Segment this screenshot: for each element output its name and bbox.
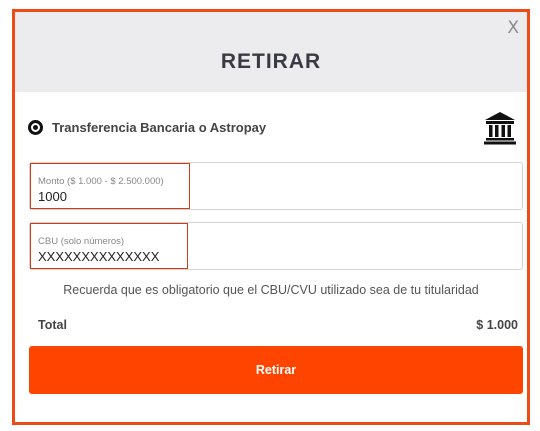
payment-method-label: Transferencia Bancaria o Astropay — [52, 120, 267, 135]
withdraw-modal: X RETIRAR Transferencia Bancaria o Astro… — [12, 9, 530, 425]
amount-input[interactable] — [38, 189, 338, 204]
cbu-field[interactable]: CBU (solo números) — [29, 222, 523, 270]
amount-field-label: Monto ($ 1.000 - $ 2.500.000) — [38, 176, 164, 187]
modal-title: RETIRAR — [220, 50, 322, 73]
cbu-input[interactable] — [38, 249, 338, 264]
close-icon[interactable]: X — [507, 18, 519, 38]
payment-method-option[interactable]: Transferencia Bancaria o Astropay — [28, 112, 518, 145]
cbu-field-label: CBU (solo números) — [38, 236, 125, 247]
cbu-notice: Recuerda que es obligatorio que el CBU/C… — [63, 283, 479, 297]
total-value: $ 1.000 — [476, 318, 518, 332]
withdraw-button[interactable]: Retirar — [29, 346, 523, 394]
bank-icon — [484, 112, 516, 145]
radio-selected-icon[interactable] — [28, 120, 43, 135]
modal-header: X RETIRAR — [15, 12, 527, 92]
amount-field[interactable]: Monto ($ 1.000 - $ 2.500.000) — [29, 162, 523, 210]
total-label: Total — [38, 318, 67, 332]
